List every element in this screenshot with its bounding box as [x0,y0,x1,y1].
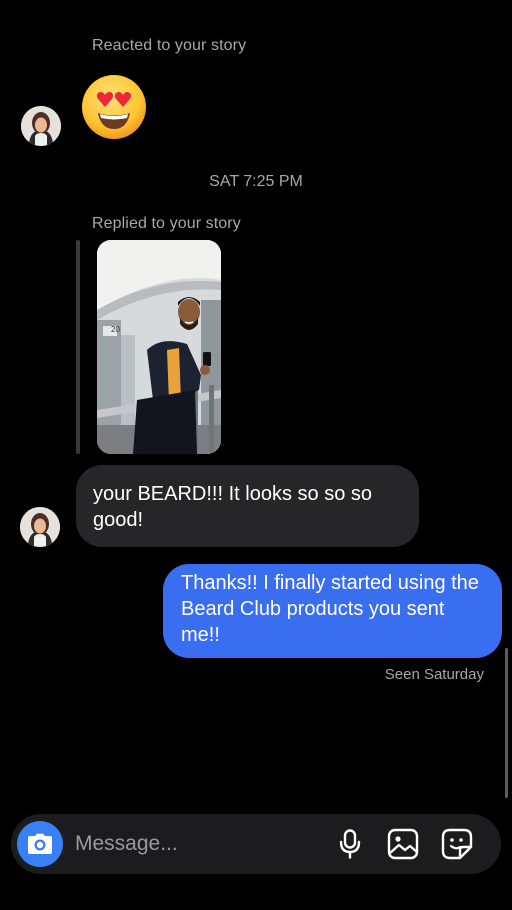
reaction-label: Reacted to your story [92,37,247,54]
contact-avatar[interactable] [21,106,61,146]
gallery-button[interactable] [387,828,419,860]
svg-text:20: 20 [111,325,120,334]
message-composer [11,814,501,874]
seen-status: Seen Saturday [384,666,484,683]
message-input[interactable] [75,828,315,860]
sticker-button[interactable] [441,828,473,860]
dm-thread-screen: Reacted to your story SAT 7:25 PM Replie… [0,0,512,910]
story-thumbnail[interactable]: 20 [97,240,221,454]
contact-avatar[interactable] [20,507,60,547]
scrollbar[interactable] [505,648,508,798]
microphone-button[interactable] [334,828,366,860]
outgoing-message-bubble[interactable]: Thanks!! I finally started using the Bea… [163,564,502,658]
microphone-icon [339,829,361,859]
camera-icon [28,833,52,854]
reply-indicator-bar [76,240,80,454]
gallery-icon [387,828,419,860]
message-timestamp: SAT 7:25 PM [209,173,303,190]
sticker-icon [441,828,473,860]
camera-button[interactable] [17,821,63,867]
heart-eyes-emoji-icon[interactable] [81,74,147,140]
reply-label: Replied to your story [92,215,241,232]
incoming-message-bubble[interactable]: your BEARD!!! It looks so so so good! [76,465,419,547]
